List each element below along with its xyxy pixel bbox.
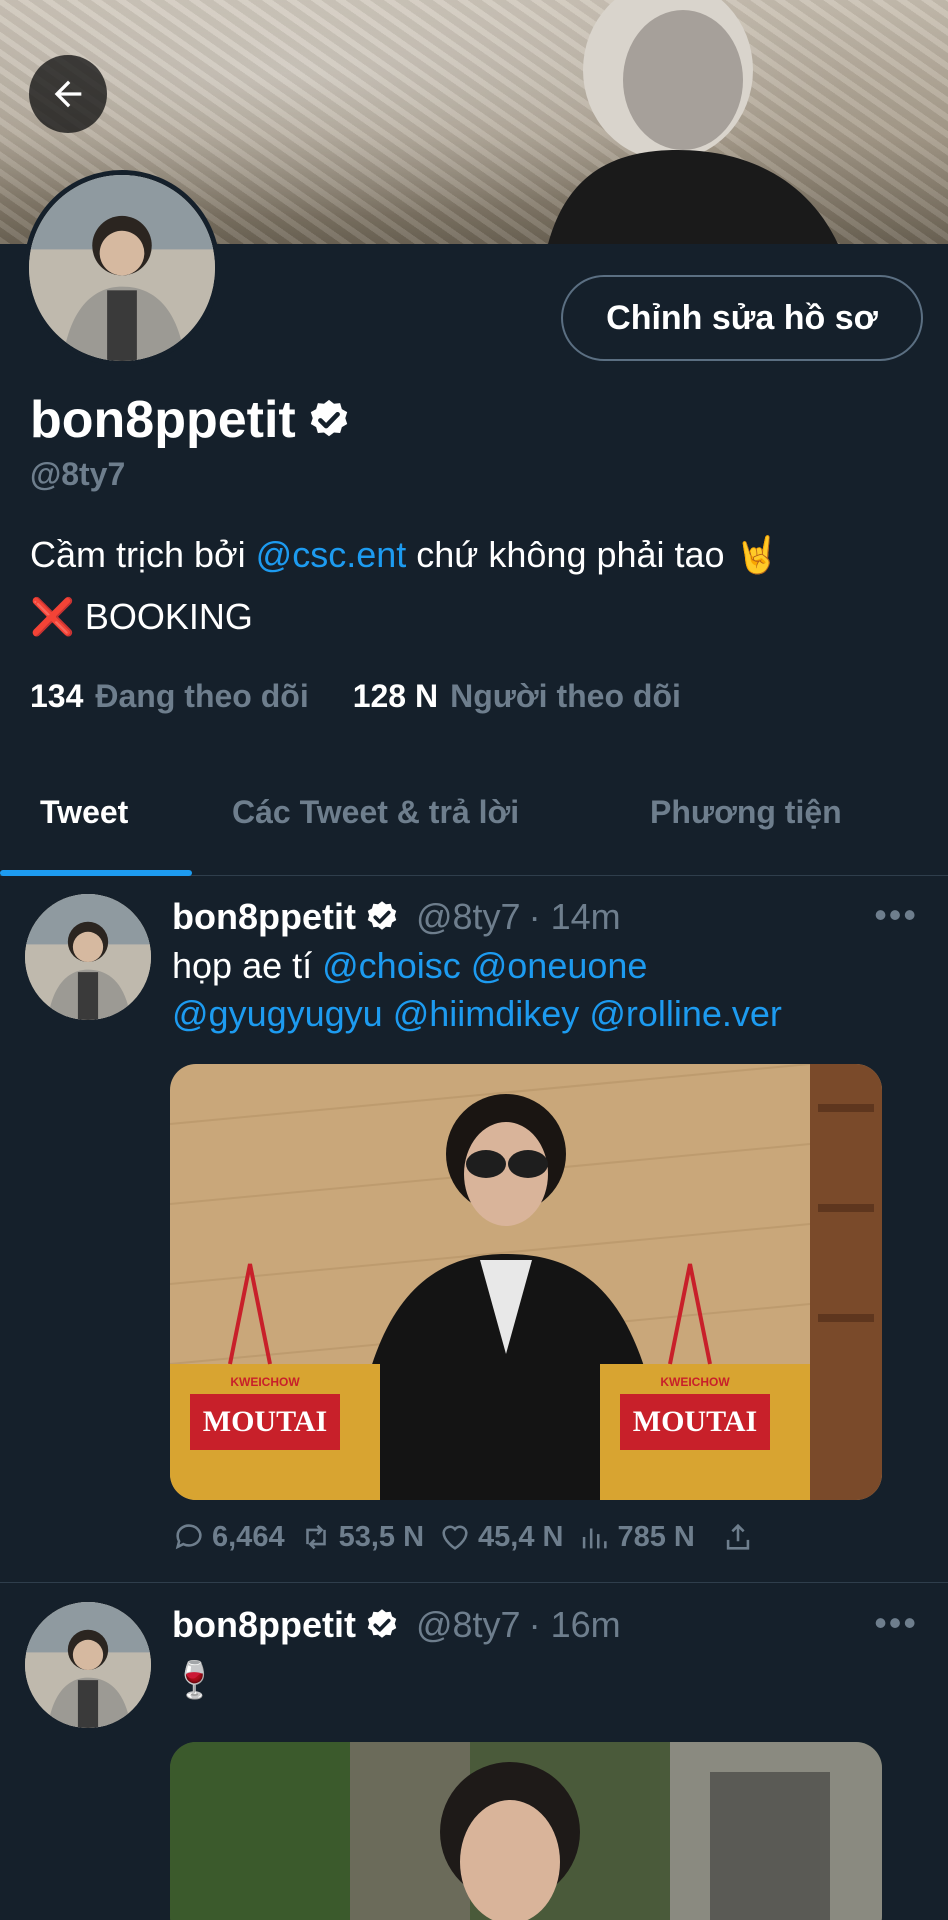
following-label[interactable]: Đang theo dõi (95, 678, 308, 715)
bio-line-1: Cầm trịch bởi @csc.ent chứ không phải ta… (30, 524, 920, 586)
more-horizontal-icon[interactable]: ••• (874, 894, 918, 936)
tweet-timestamp: · 14m (528, 896, 621, 937)
followers-label[interactable]: Người theo dõi (450, 678, 681, 715)
verified-badge-icon (367, 901, 397, 930)
cross-mark-icon: ❌ (30, 596, 75, 637)
tweet-actions: 6,464 53,5 N 45,4 N 785 N (172, 1520, 755, 1554)
share-icon (726, 1523, 750, 1550)
mention-link[interactable]: @gyugyugyu (172, 993, 383, 1034)
bio-booking-text: BOOKING (74, 596, 253, 637)
tweet-author-name[interactable]: bon8ppetit (172, 1604, 356, 1646)
heart-icon (442, 1525, 468, 1550)
tweet-avatar[interactable] (25, 894, 151, 1020)
retweet-button[interactable]: 53,5 N (299, 1520, 424, 1554)
arrow-left-icon (54, 80, 82, 108)
active-tab-indicator (0, 870, 192, 876)
mention-link[interactable]: @hiimdikey (393, 993, 580, 1034)
tab-tweets-replies[interactable]: Các Tweet & trả lời (232, 794, 519, 831)
bio-line-2: ❌ BOOKING (30, 586, 920, 648)
like-button[interactable]: 45,4 N (438, 1520, 563, 1554)
bag-brand-sub: KWEICHOW (230, 1375, 300, 1389)
tweet-photo: MOUTAI KWEICHOW MOUTAI KWEICHOW (170, 1064, 882, 1500)
banner-person-figure (548, 0, 838, 244)
profile-display-name: bon8ppetit (30, 390, 352, 450)
mention-link[interactable]: @oneuone (471, 945, 648, 986)
bio-mention-link[interactable]: @csc.ent (256, 534, 407, 575)
tweet-header: bon8ppetit @8ty7 · 16m (172, 1604, 621, 1646)
more-horizontal-icon[interactable]: ••• (874, 1602, 918, 1644)
tweet-text: 🍷 (172, 1659, 217, 1700)
tweet-text: họp ae tí @choisc @oneuone @gyugyugyu @h… (172, 942, 912, 1038)
avatar-photo (25, 1602, 151, 1728)
tweet-header: bon8ppetit @8ty7 · 14m (172, 896, 621, 938)
tab-tweets[interactable]: Tweet (40, 794, 128, 831)
following-count[interactable]: 134 (30, 678, 83, 715)
bio-text: chứ không phải tao 🤘 (406, 534, 780, 575)
bio-text: Cầm trịch bởi (30, 534, 256, 575)
verified-badge-icon (310, 399, 347, 437)
profile-avatar[interactable] (24, 170, 220, 366)
reply-count: 6,464 (212, 1520, 285, 1553)
avatar-photo (25, 894, 151, 1020)
reply-button[interactable]: 6,464 (172, 1520, 285, 1554)
tweet-handle: @8ty7 (415, 896, 521, 937)
profile-tabs: Tweet Các Tweet & trả lời Phương tiện (0, 770, 948, 876)
mention-link[interactable]: @choisc (322, 945, 461, 986)
tweet-timestamp: · 16m (528, 1604, 621, 1645)
tweet-avatar[interactable] (25, 1602, 151, 1728)
bag-brand-label: MOUTAI (633, 1405, 757, 1438)
views-icon (583, 1528, 608, 1549)
display-name-text: bon8ppetit (30, 391, 296, 449)
tweet-text-plain: họp ae tí (172, 945, 323, 986)
bag-brand-sub: KWEICHOW (660, 1375, 730, 1389)
share-button[interactable] (721, 1520, 755, 1554)
verified-badge-icon (367, 1609, 397, 1638)
profile-bio: Cầm trịch bởi @csc.ent chứ không phải ta… (30, 524, 920, 648)
back-button[interactable] (29, 55, 107, 133)
retweet-count: 53,5 N (338, 1520, 425, 1553)
mention-link[interactable]: @rolline.ver (589, 993, 782, 1034)
profile-stats: 134 Đang theo dõi 128 N Người theo dõi (30, 678, 681, 715)
avatar-photo (29, 175, 215, 361)
followers-count[interactable]: 128 N (353, 678, 438, 715)
tweet-image[interactable] (170, 1742, 882, 1920)
profile-handle: @8ty7 (30, 456, 126, 492)
views-count: 785 N (617, 1520, 695, 1553)
bag-brand-label: MOUTAI (203, 1405, 327, 1438)
tweet-author-name[interactable]: bon8ppetit (172, 896, 356, 938)
like-count: 45,4 N (478, 1520, 564, 1553)
edit-profile-button[interactable]: Chỉnh sửa hồ sơ (561, 275, 923, 361)
reply-icon (175, 1524, 202, 1550)
tweet-image[interactable]: MOUTAI KWEICHOW MOUTAI KWEICHOW (170, 1064, 882, 1500)
tweet-photo (170, 1742, 882, 1920)
retweet-icon (305, 1524, 326, 1550)
views-button[interactable]: 785 N (577, 1520, 695, 1554)
tab-media[interactable]: Phương tiện (650, 794, 842, 831)
tweet-divider (0, 1582, 948, 1583)
tweet-handle: @8ty7 (415, 1604, 521, 1645)
